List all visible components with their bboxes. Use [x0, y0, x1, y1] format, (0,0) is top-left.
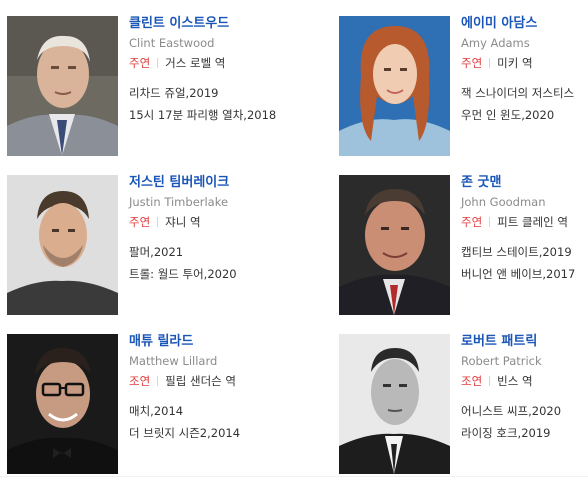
- filmography-item[interactable]: 더 브릿지 시즌2,2014: [129, 426, 240, 441]
- character-role: 미키 역: [497, 56, 533, 70]
- character-role: 필립 샌더슨 역: [165, 374, 236, 388]
- cast-card: 에이미 아담스 Amy Adams 주연 미키 역 잭 스나이더의 저스티스 우먼…: [339, 16, 588, 156]
- actor-name[interactable]: 저스틴 팀버레이크: [129, 175, 229, 191]
- role-type: 조연: [129, 374, 151, 388]
- filmography-item[interactable]: 15시 17분 파리행 열차,2018: [129, 108, 276, 123]
- cast-card: 매튜 릴라드 Matthew Lillard 조연 필립 샌더슨 역 매치,201…: [7, 334, 267, 474]
- role-type: 주연: [461, 215, 483, 229]
- actor-photo-image: [7, 175, 118, 315]
- actor-photo[interactable]: [7, 334, 118, 474]
- character-role: 피트 클레인 역: [497, 215, 568, 229]
- actor-name-english: Amy Adams: [461, 36, 530, 50]
- filmography-item[interactable]: 어니스트 씨프,2020: [461, 404, 561, 419]
- role-row: 주연 미키 역: [461, 56, 533, 71]
- actor-name[interactable]: 에이미 아담스: [461, 16, 537, 32]
- role-row: 조연 빈스 역: [461, 374, 533, 389]
- actor-name[interactable]: 매튜 릴라드: [129, 334, 193, 350]
- role-type: 조연: [461, 374, 483, 388]
- divider: [489, 58, 491, 68]
- actor-name-english: John Goodman: [461, 195, 546, 209]
- actor-photo[interactable]: [7, 175, 118, 315]
- divider: [489, 217, 491, 227]
- actor-name-english: Clint Eastwood: [129, 36, 215, 50]
- cast-card: 저스틴 팀버레이크 Justin Timberlake 주연 쟈니 역 팔머,20…: [7, 175, 267, 315]
- filmography-item[interactable]: 버니언 앤 베이브,2017: [461, 267, 575, 282]
- actor-name-english: Justin Timberlake: [129, 195, 229, 209]
- cast-card: 로버트 패트릭 Robert Patrick 조연 빈스 역 어니스트 씨프,20…: [339, 334, 588, 474]
- actor-name[interactable]: 로버트 패트릭: [461, 334, 537, 350]
- character-role: 거스 로벨 역: [165, 56, 226, 70]
- role-row: 조연 필립 샌더슨 역: [129, 374, 236, 389]
- role-type: 주연: [129, 215, 151, 229]
- actor-photo-image: [7, 334, 118, 474]
- filmography-item[interactable]: 캡티브 스테이트,2019: [461, 245, 572, 260]
- filmography-item[interactable]: 잭 스나이더의 저스티스: [461, 86, 574, 101]
- character-role: 쟈니 역: [165, 215, 201, 229]
- actor-photo-image: [339, 16, 450, 156]
- divider: [157, 376, 159, 386]
- divider: [157, 58, 159, 68]
- actor-photo-image: [7, 16, 118, 156]
- filmography-item[interactable]: 라이징 호크,2019: [461, 426, 550, 441]
- filmography-item[interactable]: 리차드 쥬얼,2019: [129, 86, 218, 101]
- actor-photo[interactable]: [7, 16, 118, 156]
- role-type: 주연: [129, 56, 151, 70]
- role-type: 주연: [461, 56, 483, 70]
- actor-name-english: Matthew Lillard: [129, 354, 218, 368]
- actor-photo-image: [339, 334, 450, 474]
- actor-photo[interactable]: [339, 334, 450, 474]
- character-role: 빈스 역: [497, 374, 533, 388]
- role-row: 주연 쟈니 역: [129, 215, 201, 230]
- divider: [157, 217, 159, 227]
- role-row: 주연 거스 로벨 역: [129, 56, 225, 71]
- filmography-item[interactable]: 매치,2014: [129, 404, 183, 419]
- divider: [489, 376, 491, 386]
- filmography-item[interactable]: 우먼 인 윈도,2020: [461, 108, 554, 123]
- filmography-item[interactable]: 트롤: 월드 투어,2020: [129, 267, 237, 282]
- cast-card: 클린트 이스트우드 Clint Eastwood 주연 거스 로벨 역 리차드 쥬…: [7, 16, 276, 156]
- cast-card: 존 굿맨 John Goodman 주연 피트 클레인 역 캡티브 스테이트,20…: [339, 175, 588, 315]
- actor-name-english: Robert Patrick: [461, 354, 542, 368]
- role-row: 주연 피트 클레인 역: [461, 215, 568, 230]
- actor-photo[interactable]: [339, 175, 450, 315]
- actor-photo-image: [339, 175, 450, 315]
- actor-name[interactable]: 클린트 이스트우드: [129, 16, 229, 32]
- actor-photo[interactable]: [339, 16, 450, 156]
- actor-name[interactable]: 존 굿맨: [461, 175, 501, 191]
- filmography-item[interactable]: 팔머,2021: [129, 245, 183, 260]
